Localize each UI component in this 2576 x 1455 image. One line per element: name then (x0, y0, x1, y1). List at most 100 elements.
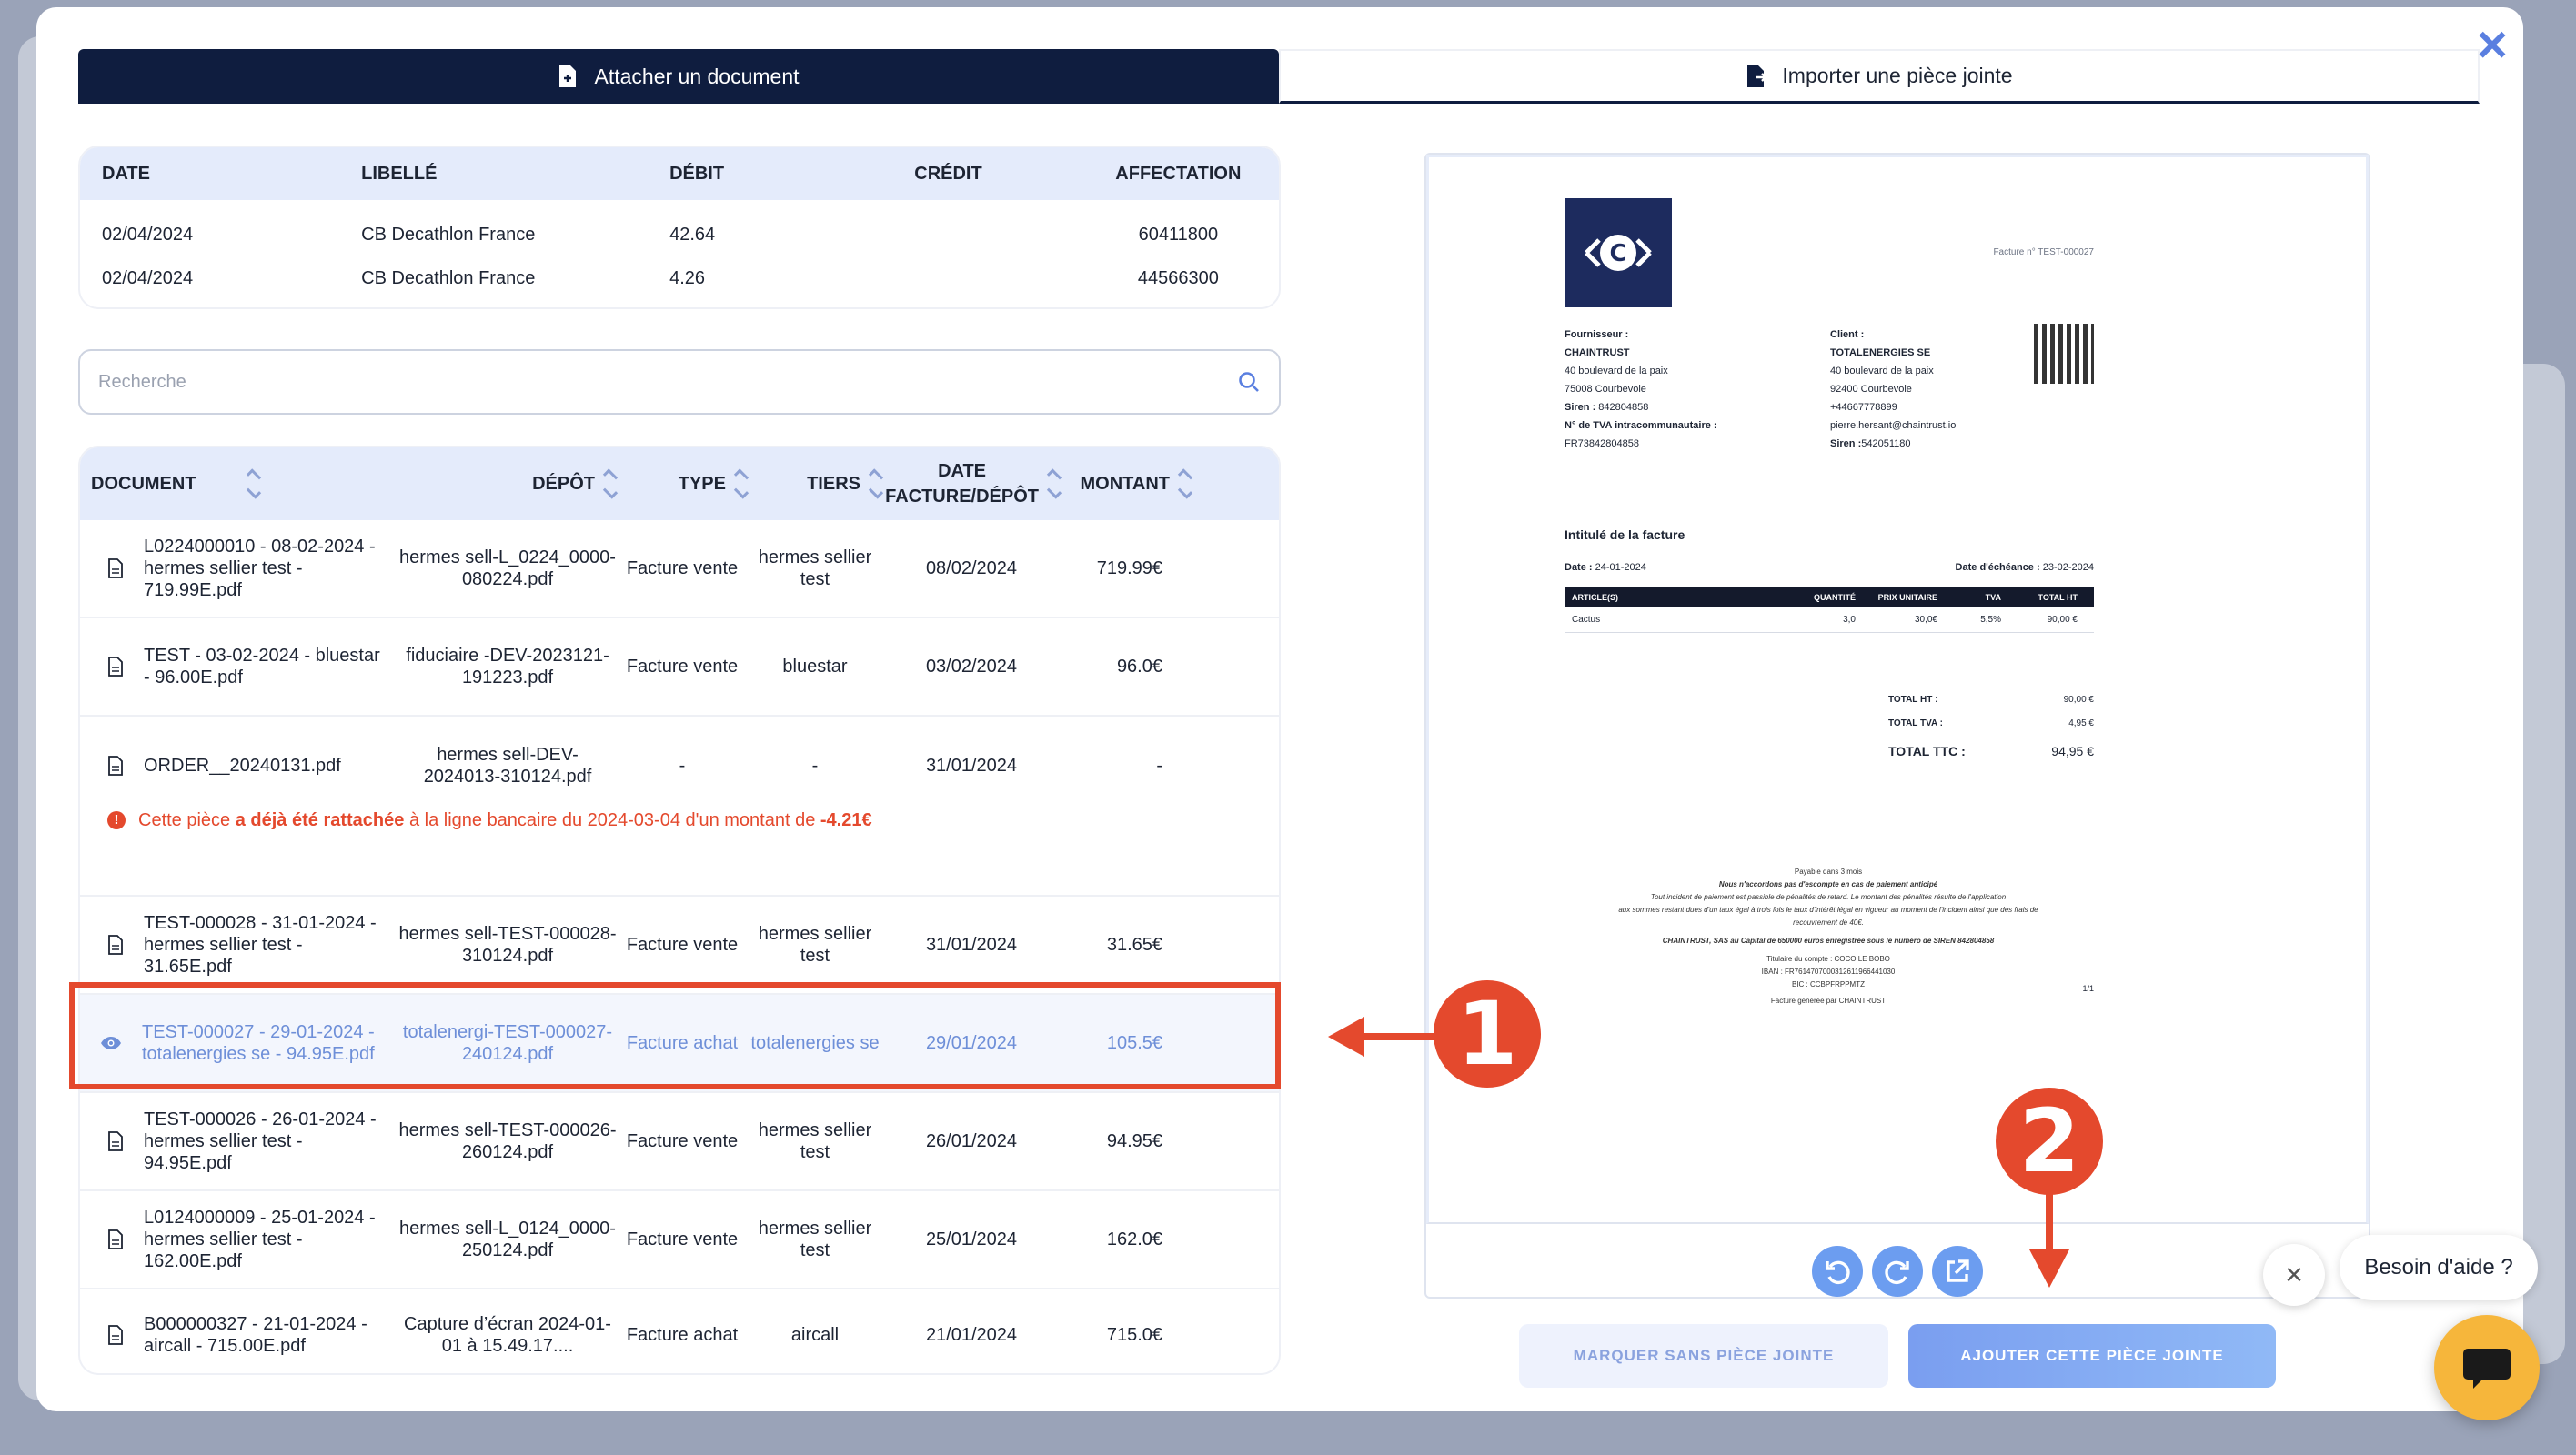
header-tiers[interactable]: TIERS (748, 447, 884, 520)
header-type[interactable]: TYPE (617, 447, 750, 520)
cell-date: 03/02/2024 (925, 657, 1018, 677)
sort-icon[interactable] (1046, 468, 1062, 499)
annotation-step-2: 2 (1996, 1088, 2103, 1195)
file-import-icon (1747, 65, 1766, 87)
add-attachment-button[interactable]: AJOUTER CETTE PIÈCE JOINTE (1908, 1324, 2276, 1388)
cell-montant: 105.5€ (1106, 1033, 1162, 1053)
footer-line: Titulaire du compte : COCO LE BOBO (1766, 955, 1890, 963)
sort-icon[interactable] (246, 468, 261, 499)
cell-document: L0224000010 - 08-02-2024 - hermes sellie… (80, 536, 398, 601)
search-icon[interactable] (1237, 370, 1261, 394)
footer-line: Payable dans 3 mois (1794, 868, 1863, 876)
due-label: Date d'échéance : (1955, 562, 2040, 573)
open-external-button[interactable] (1932, 1246, 1983, 1297)
header-unit-price: PRIX UNITAIRE (1877, 593, 1937, 602)
header-label-line: DATE (938, 461, 987, 481)
help-bubble[interactable]: Besoin d'aide ? (2340, 1235, 2538, 1300)
cell-date: 02/04/2024 (102, 224, 194, 245)
rotate-left-icon (1826, 1260, 1850, 1284)
invoice-footer: Payable dans 3 mois Nous n'accordons pas… (1555, 866, 2101, 1008)
supplier-block: Fournisseur : CHAINTRUST 40 boulevard de… (1565, 326, 1717, 453)
already-attached-warning: ! Cette pièce a déjà été rattachée à la … (107, 809, 872, 831)
table-row[interactable]: TEST-000026 - 26-01-2024 - hermes sellie… (80, 1093, 1279, 1191)
sort-icon[interactable] (733, 468, 750, 499)
sort-icon[interactable] (868, 468, 884, 499)
help-dismiss-button[interactable]: × (2263, 1244, 2325, 1306)
logo-icon: C (1585, 235, 1652, 271)
header-label: MONTANT (1080, 474, 1171, 494)
document-name: TEST-000027 - 29-01-2024 - totalenergies… (142, 1022, 375, 1064)
header-label: DOCUMENT (91, 474, 196, 494)
cell-date: 26/01/2024 (925, 1131, 1018, 1151)
sort-icon[interactable] (1177, 468, 1193, 499)
table-row[interactable]: ORDER__20240131.pdf hermes sell-DEV-2024… (80, 717, 1279, 897)
total-label: TOTAL TVA : (1888, 717, 1943, 728)
supplier-tva: FR73842804858 (1565, 438, 1639, 449)
cell-document: L0124000009 - 25-01-2024 - hermes sellie… (80, 1207, 398, 1272)
invoice-dates: Date : 24-01-2024 Date d'échéance : 23-0… (1565, 562, 2094, 573)
cell-montant: 719.99€ (1096, 558, 1162, 578)
table-row[interactable]: L0124000009 - 25-01-2024 - hermes sellie… (80, 1191, 1279, 1289)
table-row[interactable]: B000000327 - 21-01-2024 - aircall - 715.… (80, 1289, 1279, 1373)
total-ht: TOTAL HT : 90,00 € (1888, 687, 2094, 711)
supplier-siren: 842804858 (1598, 402, 1649, 413)
due-value: 23-02-2024 (2042, 562, 2094, 573)
table-row[interactable]: TEST - 03-02-2024 - bluestar - 96.00E.pd… (80, 618, 1279, 717)
tab-attach-document[interactable]: Attacher un document (78, 49, 1279, 104)
table-row: 02/04/2024 CB Decathlon France 4.26 4456… (80, 256, 1279, 300)
sort-icon[interactable] (602, 468, 619, 499)
document-name: TEST-000026 - 26-01-2024 - hermes sellie… (144, 1109, 377, 1173)
cell-type: Facture vente (626, 558, 739, 578)
client-address: 40 boulevard de la paix (1830, 366, 1934, 376)
logo-letter: C (1609, 240, 1626, 267)
cell-libelle: CB Decathlon France (361, 224, 536, 245)
tab-import-attachment[interactable]: Importer une pièce jointe (1279, 49, 2480, 104)
warning-text: Cette pièce a déjà été rattachée à la li… (138, 809, 872, 831)
header-depot[interactable]: DÉPÔT (398, 447, 619, 520)
total-label: TOTAL TTC : (1888, 744, 1966, 758)
header-total: TOTAL HT (2038, 593, 2078, 602)
tab-label: Attacher un document (594, 64, 800, 88)
client-email: pierre.hersant@chaintrust.io (1830, 420, 1957, 431)
qr-code (2034, 324, 2094, 384)
cell-tiers: hermes sellier test (758, 1219, 872, 1260)
invoice-totals: TOTAL HT : 90,00 € TOTAL TVA : 4,95 € TOTA… (1888, 687, 2094, 768)
cell-depot: totalenergi-TEST-000027-240124.pdf (402, 1022, 613, 1064)
header-date[interactable]: DATE FACTURE/DÉPÔT (882, 447, 1062, 520)
table-row[interactable]: L0224000010 - 08-02-2024 - hermes sellie… (80, 520, 1279, 618)
rotate-right-button[interactable] (1872, 1246, 1923, 1297)
annotation-step-1: 1 (1434, 980, 1541, 1088)
chat-launcher-button[interactable] (2434, 1315, 2540, 1420)
document-name: TEST-000028 - 31-01-2024 - hermes sellie… (144, 913, 377, 977)
alert-icon: ! (107, 811, 126, 829)
invoice-date: Date : 24-01-2024 (1565, 562, 1646, 573)
header-document[interactable]: DOCUMENT (80, 447, 398, 520)
siren-label: Siren : (1830, 438, 1862, 449)
cell-date: 08/02/2024 (925, 558, 1018, 578)
header-qty: QUANTITÉ (1814, 593, 1856, 602)
header-montant[interactable]: MONTANT (1061, 447, 1193, 520)
cell-depot: hermes sell-TEST-000028-310124.pdf (398, 924, 617, 966)
cell-depot: hermes sell-TEST-000026-260124.pdf (398, 1120, 617, 1162)
eye-icon[interactable] (100, 1036, 122, 1050)
close-icon[interactable]: ✕ (2472, 25, 2512, 66)
cell-depot: hermes sell-L_0224_0000-080224.pdf (399, 547, 616, 589)
bank-transactions-table: DATE LIBELLÉ DÉBIT CRÉDIT AFFECTATION 02… (78, 146, 1281, 309)
cell-date: 31/01/2024 (925, 756, 1018, 776)
mark-without-attachment-button[interactable]: MARQUER SANS PIÈCE JOINTE (1519, 1324, 1888, 1388)
table-row[interactable]: TEST-000028 - 31-01-2024 - hermes sellie… (80, 897, 1279, 995)
client-phone: +44667778899 (1830, 402, 1897, 413)
header-tva: TVA (1985, 593, 2001, 602)
document-icon (108, 1325, 123, 1345)
documents-table: DOCUMENT DÉPÔT TYPE TIERS DATE FACTURE/DÉ… (78, 446, 1281, 1375)
bank-table-header: DATE LIBELLÉ DÉBIT CRÉDIT AFFECTATION (80, 147, 1279, 200)
header-label: TYPE (678, 474, 726, 494)
invoice-number: Facture n° TEST-000027 (1993, 247, 2094, 257)
cell-type: Facture achat (626, 1325, 739, 1345)
tab-bar: Attacher un document Importer une pièce … (78, 49, 2480, 104)
rotate-left-button[interactable] (1812, 1246, 1863, 1297)
header-debit: DÉBIT (669, 163, 725, 184)
table-row-selected[interactable]: TEST-000027 - 29-01-2024 - totalenergies… (80, 995, 1279, 1093)
search-input[interactable] (98, 371, 1237, 393)
date-label: Date : (1565, 562, 1593, 573)
